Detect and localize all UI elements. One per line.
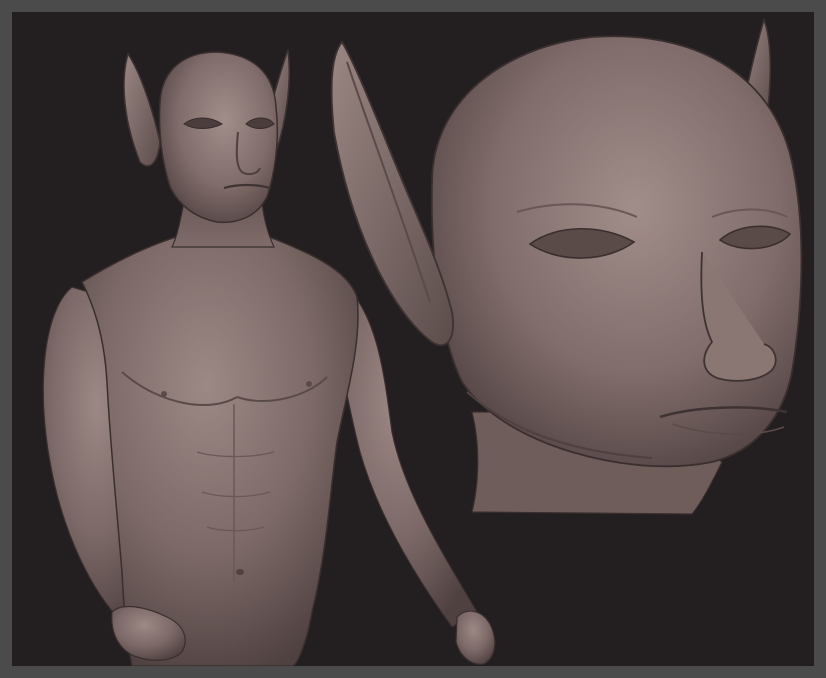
nipple-right bbox=[306, 381, 312, 387]
left-figure-hand-right bbox=[455, 610, 496, 665]
sculpt-viewport bbox=[12, 12, 814, 666]
nipple-left bbox=[161, 391, 167, 397]
left-figure bbox=[42, 49, 496, 666]
left-figure-head bbox=[158, 51, 279, 224]
left-figure-ear-left bbox=[123, 52, 161, 167]
sculpt-render bbox=[42, 17, 803, 666]
navel bbox=[236, 569, 244, 575]
image-frame bbox=[0, 0, 826, 678]
right-head-closeup bbox=[330, 17, 803, 515]
left-figure-torso bbox=[81, 233, 359, 666]
